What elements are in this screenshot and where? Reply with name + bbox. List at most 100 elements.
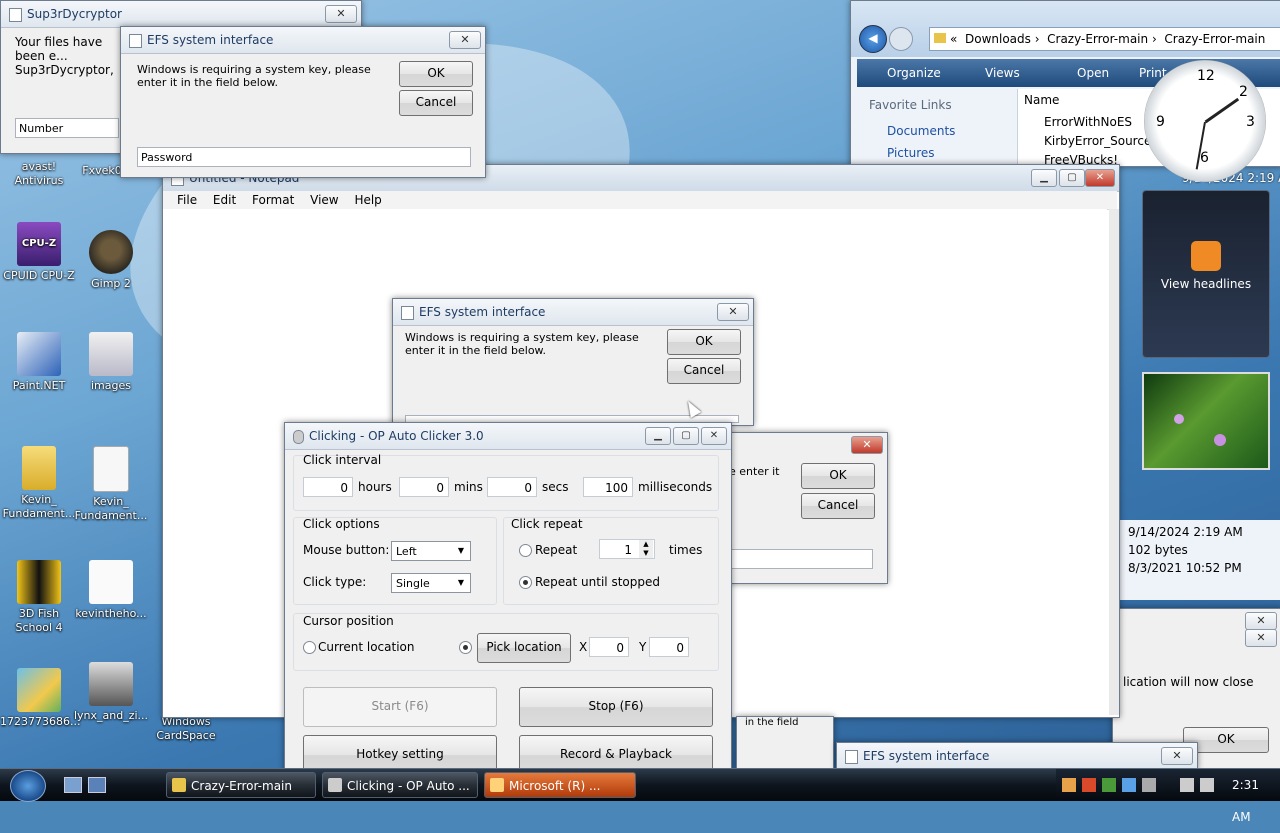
repeat-until-stopped-radio[interactable]	[519, 576, 532, 589]
desktop-icon-lynx[interactable]: lynx_and_zi...	[72, 662, 150, 723]
close-button[interactable]: ✕	[1245, 629, 1277, 647]
ransom-titlebar[interactable]: Sup3rDycryptor ✕	[1, 1, 361, 28]
back-arrow-icon[interactable]: ◀	[859, 25, 887, 53]
password-field[interactable]: Password	[137, 147, 471, 167]
efs-titlebar[interactable]: EFS system interface ✕	[121, 27, 485, 54]
repeat-radio[interactable]	[519, 544, 532, 557]
image-file-icon	[17, 668, 61, 712]
maximize-button[interactable]: ▢	[1059, 169, 1085, 187]
menu-file[interactable]: File	[177, 193, 197, 207]
network-icon[interactable]	[1180, 778, 1194, 792]
tray-icon[interactable]	[1062, 778, 1076, 792]
hours-input[interactable]: 0	[303, 477, 353, 497]
desktop-icon-kevin-file[interactable]: Kevin_ Fundament...	[72, 446, 150, 523]
close-button[interactable]: ✕	[1245, 612, 1277, 630]
cancel-button[interactable]: Cancel	[399, 90, 473, 116]
desktop-icon-gimp[interactable]: Gimp 2	[72, 230, 150, 291]
efs-titlebar[interactable]: EFS system interface ✕	[393, 299, 753, 326]
window-icon	[401, 306, 414, 320]
file-item[interactable]: KirbyError_Source	[1044, 134, 1151, 148]
breadcrumb[interactable]: « Downloads › Crazy-Error-main › Crazy-E…	[929, 27, 1280, 51]
favorite-link-pictures[interactable]: Pictures	[887, 146, 935, 160]
breadcrumb-item[interactable]: Crazy-Error-main	[1164, 32, 1265, 46]
pick-location-button[interactable]: Pick location	[477, 633, 571, 663]
cancel-button[interactable]: Cancel	[667, 358, 741, 384]
current-location-label: Current location	[318, 640, 415, 654]
tray-icon[interactable]	[1082, 778, 1096, 792]
ok-button[interactable]: OK	[801, 463, 875, 489]
x-input[interactable]: 0	[589, 637, 629, 657]
cancel-button[interactable]: Cancel	[801, 493, 875, 519]
feed-headlines-gadget[interactable]: View headlines	[1142, 190, 1270, 358]
maximize-button[interactable]: ▢	[673, 427, 699, 445]
mouse-button-select[interactable]: Left ▼	[391, 541, 471, 561]
close-button[interactable]: ✕	[1161, 747, 1193, 765]
desktop-icon-avast[interactable]: avast! Antivirus	[0, 160, 78, 188]
file-item[interactable]: ErrorWithNoES	[1044, 115, 1132, 129]
clock-gadget[interactable]: 12 2 3 6 9	[1144, 60, 1266, 182]
taskbar-item-autoclicker[interactable]: Clicking - OP Auto ...	[322, 772, 478, 798]
secs-input[interactable]: 0	[487, 477, 537, 497]
current-location-radio[interactable]	[303, 641, 316, 654]
ok-button[interactable]: OK	[667, 329, 741, 355]
desktop-icon-kevintheho[interactable]: kevintheho...	[72, 560, 150, 621]
desktop-icon-kevin-folder[interactable]: Kevin_ Fundament...	[0, 446, 78, 521]
close-button[interactable]: ✕	[851, 436, 883, 454]
y-input[interactable]: 0	[649, 637, 689, 657]
credit-card-field[interactable]: Number	[15, 118, 119, 138]
tray-icon[interactable]	[1122, 778, 1136, 792]
close-notice-message: lication will now close	[1123, 675, 1254, 689]
column-header-name[interactable]: Name	[1024, 93, 1059, 107]
repeat-spinner[interactable]: ▲ ▼	[639, 540, 653, 558]
breadcrumb-item[interactable]: Crazy-Error-main	[1047, 32, 1148, 46]
forward-arrow-icon[interactable]	[889, 27, 913, 51]
close-button[interactable]: ✕	[1085, 169, 1115, 187]
ok-button[interactable]: OK	[399, 61, 473, 87]
close-button[interactable]: ✕	[701, 427, 727, 445]
taskbar-item-explorer[interactable]: Crazy-Error-main	[166, 772, 316, 798]
autoclicker-titlebar[interactable]: Clicking - OP Auto Clicker 3.0 ▁ ▢ ✕	[285, 423, 731, 450]
efs-titlebar[interactable]: EFS system interface ✕	[837, 743, 1197, 769]
switch-windows-icon[interactable]	[88, 777, 106, 793]
desktop-icon-fish[interactable]: 3D Fish School 4	[0, 560, 78, 635]
minimize-button[interactable]: ▁	[645, 427, 671, 445]
slideshow-gadget[interactable]	[1142, 372, 1270, 470]
start-button[interactable]	[10, 770, 46, 802]
start-button[interactable]: Start (F6)	[303, 687, 497, 727]
click-type-select[interactable]: Single ▼	[391, 573, 471, 593]
stop-button[interactable]: Stop (F6)	[519, 687, 713, 727]
show-desktop-icon[interactable]	[64, 777, 82, 793]
menu-format[interactable]: Format	[252, 193, 294, 207]
menu-edit[interactable]: Edit	[213, 193, 236, 207]
pick-location-radio[interactable]	[459, 641, 472, 654]
mins-input[interactable]: 0	[399, 477, 449, 497]
close-button[interactable]: ✕	[325, 5, 357, 23]
minimize-button[interactable]: ▁	[1031, 169, 1057, 187]
window-title: Sup3rDycryptor	[27, 7, 122, 21]
flower-shape	[1214, 434, 1226, 446]
window-icon	[9, 8, 22, 22]
open-button[interactable]: Open	[1077, 59, 1109, 87]
views-button[interactable]: Views	[985, 59, 1020, 87]
tray-icon[interactable]	[1142, 778, 1156, 792]
desktop-icon-paintnet[interactable]: Paint.NET	[0, 332, 78, 393]
efs-message-partial: e enter it	[729, 465, 780, 478]
tray-icon[interactable]	[1102, 778, 1116, 792]
desktop-icon-1723[interactable]: 1723773686...	[0, 668, 80, 729]
desktop-icon-cpuz[interactable]: CPU-Z CPUID CPU-Z	[0, 222, 78, 283]
password-field[interactable]	[729, 549, 873, 569]
menu-view[interactable]: View	[310, 193, 338, 207]
close-button[interactable]: ✕	[717, 303, 749, 321]
clock-time[interactable]: 2:31 AM	[1232, 769, 1280, 833]
taskbar-item-microsoft[interactable]: Microsoft (R) ...	[484, 772, 636, 798]
favorite-link-documents[interactable]: Documents	[887, 124, 955, 138]
milliseconds-input[interactable]: 100	[583, 477, 633, 497]
close-button[interactable]: ✕	[449, 31, 481, 49]
breadcrumb-item[interactable]: Downloads	[965, 32, 1031, 46]
notepad-scrollbar[interactable]	[1109, 209, 1119, 715]
volume-icon[interactable]	[1200, 778, 1214, 792]
desktop-icon-images[interactable]: images	[72, 332, 150, 393]
desktop-icon-cardspace[interactable]: Windows CardSpace	[148, 715, 224, 743]
organize-button[interactable]: Organize	[887, 59, 941, 87]
menu-help[interactable]: Help	[354, 193, 381, 207]
